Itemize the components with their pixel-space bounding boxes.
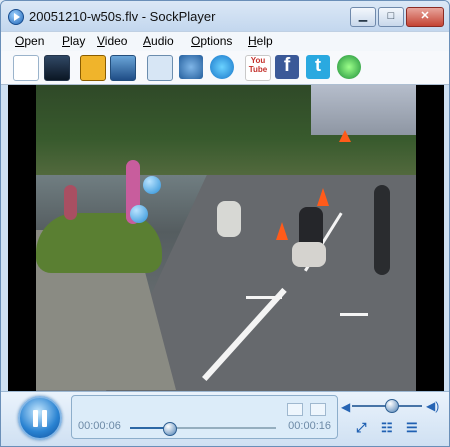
- player-app-icon: [8, 9, 24, 25]
- film-icon[interactable]: [44, 55, 70, 81]
- menu-play[interactable]: Play: [62, 34, 85, 48]
- toolbar: You Tube f t: [1, 51, 449, 85]
- video-frame: [36, 85, 416, 391]
- scooter: [217, 201, 241, 237]
- monitor-small-icon[interactable]: [287, 403, 303, 416]
- traffic-cone: [339, 130, 351, 142]
- facebook-icon[interactable]: f: [275, 55, 299, 79]
- pause-button[interactable]: [18, 396, 62, 440]
- remaining-time: 00:00:16: [288, 420, 331, 432]
- menu-options[interactable]: Options: [191, 34, 232, 48]
- monitor-icon[interactable]: [147, 55, 173, 81]
- volume-handle[interactable]: [385, 399, 399, 413]
- seek-slider[interactable]: [130, 422, 276, 436]
- pause-icon: [33, 410, 38, 427]
- lane-marking: [246, 296, 282, 299]
- equalizer-icon[interactable]: ☰: [406, 420, 418, 436]
- twitter-icon[interactable]: t: [306, 55, 330, 79]
- volume-low-icon: ◀: [341, 400, 351, 414]
- sockplayer-window: 20051210-w50s.flv - SockPlayer ▁ □ ✕ Ope…: [0, 0, 450, 447]
- minimize-button[interactable]: ▁: [350, 7, 376, 27]
- balloon: [130, 205, 148, 223]
- youtube-icon[interactable]: You Tube: [245, 55, 271, 81]
- status-panel: 00:00:06 00:00:16: [71, 395, 338, 439]
- lane-marking: [340, 313, 368, 316]
- volume-high-icon: ◀): [426, 399, 440, 413]
- person: [64, 185, 77, 220]
- traffic-cone: [276, 222, 288, 240]
- close-button[interactable]: ✕: [406, 7, 444, 27]
- elapsed-time: 00:00:06: [78, 420, 121, 432]
- document-icon[interactable]: [13, 55, 39, 81]
- pause-icon: [42, 410, 47, 427]
- sky: [311, 85, 416, 135]
- seek-handle[interactable]: [163, 422, 177, 436]
- playlist-icon[interactable]: ☷: [381, 420, 393, 436]
- webcam-icon[interactable]: [179, 55, 203, 79]
- playback-controls: 00:00:06 00:00:16 ◀ ◀) ⤢ ☷ ☰: [1, 391, 449, 446]
- title-bar: 20051210-w50s.flv - SockPlayer ▁ □ ✕: [1, 1, 449, 31]
- picture-icon[interactable]: [110, 55, 136, 81]
- menu-bar: Open Play Video Audio Options Help: [1, 31, 449, 52]
- window-title: 20051210-w50s.flv - SockPlayer: [29, 9, 216, 24]
- list-small-icon[interactable]: [310, 403, 326, 416]
- balloon: [143, 176, 161, 194]
- microphone-icon[interactable]: [210, 55, 234, 79]
- menu-help[interactable]: Help: [248, 34, 273, 48]
- video-area[interactable]: [8, 85, 444, 391]
- menu-open[interactable]: Open: [15, 34, 44, 48]
- scooter: [292, 242, 326, 267]
- menu-audio[interactable]: Audio: [143, 34, 174, 48]
- menu-video[interactable]: Video: [97, 34, 127, 48]
- person: [374, 185, 390, 275]
- traffic-cone: [317, 188, 329, 206]
- globe-icon[interactable]: [337, 55, 361, 79]
- fullscreen-icon[interactable]: ⤢: [356, 420, 366, 436]
- media-icon[interactable]: [80, 55, 106, 81]
- maximize-button[interactable]: □: [378, 7, 404, 27]
